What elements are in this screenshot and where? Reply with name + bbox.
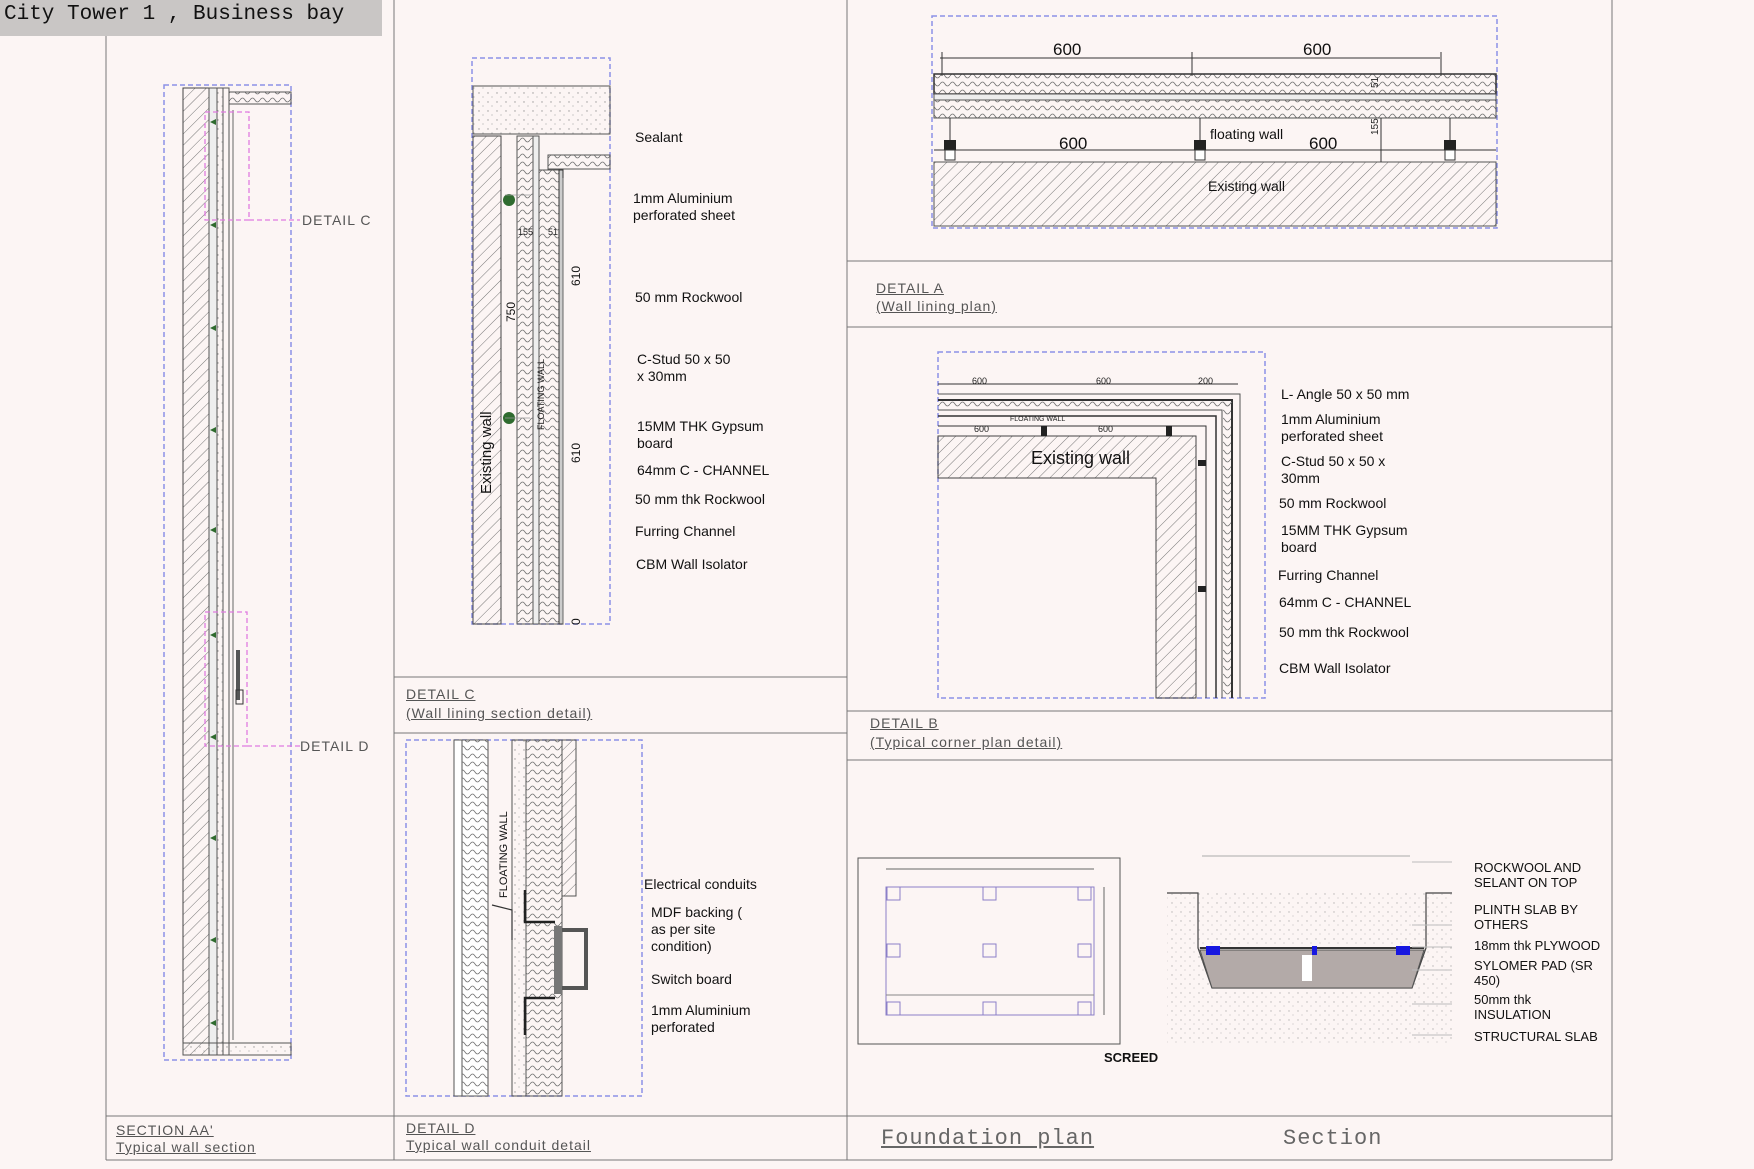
section-aa-drawing <box>163 84 300 1061</box>
detail-a-dim-bottom: 600 <box>1059 134 1088 153</box>
detail-a-small-dim: 155 <box>1370 118 1381 135</box>
detail-a-subtitle: (Wall lining plan) <box>876 298 997 314</box>
detail-d-label: Switch board <box>651 971 732 987</box>
detail-b-label: C-Stud 50 x 50 x 30mm <box>1281 453 1386 486</box>
detail-c-dim: 610 <box>569 265 583 286</box>
detail-d-label: 1mm Aluminium perforated <box>651 1002 751 1035</box>
detail-b-subtitle: (Typical corner plan detail) <box>870 734 1063 750</box>
detail-b-top-dim: 600 <box>1096 376 1112 386</box>
section-aa-subtitle: Typical wall section <box>116 1139 256 1155</box>
detail-b-label: 64mm C - CHANNEL <box>1279 594 1412 610</box>
detail-c-dim: 750 <box>504 301 518 322</box>
detail-a-dim-top: 600 <box>1053 40 1082 59</box>
detail-c-label: Furring Channel <box>635 523 736 539</box>
detail-b-label: 50 mm Rockwool <box>1279 495 1387 511</box>
detail-c-label: Sealant <box>635 129 683 145</box>
detail-b-inner-dim: 600 <box>1098 424 1114 434</box>
detail-d-drawing <box>405 739 643 1097</box>
detail-a-small-dim: 51 <box>1370 76 1381 88</box>
detail-c-drawing <box>471 57 611 625</box>
detail-c-existing-wall: Existing wall <box>478 411 495 494</box>
detail-c-label: CBM Wall Isolator <box>636 556 748 572</box>
detail-c-subtitle: (Wall lining section detail) <box>406 705 593 721</box>
detail-b-drawing <box>937 351 1266 699</box>
foundation-label: PLINTH SLAB BY OTHERS <box>1474 902 1578 932</box>
detail-c-dim: 0 <box>569 618 583 625</box>
detail-a-dim-bottom: 600 <box>1309 134 1338 153</box>
detail-c-dim: 155 <box>518 227 534 237</box>
foundation-label: 50mm thk INSULATION <box>1474 992 1552 1022</box>
detail-c-dim: 51 <box>548 227 559 237</box>
detail-a-existing-wall: Existing wall <box>1208 178 1286 194</box>
foundation-label: 18mm thk PLYWOOD <box>1474 938 1601 953</box>
detail-a-title: DETAIL A <box>876 280 944 296</box>
detail-b-top-dim: 200 <box>1198 376 1214 386</box>
detail-c-label: C-Stud 50 x 50 x 30mm <box>637 351 731 384</box>
section-title: Section <box>1283 1126 1383 1151</box>
foundation-section-drawing <box>1167 855 1452 1043</box>
project-title: City Tower 1 , Business bay <box>0 0 382 36</box>
detail-a-dim-top: 600 <box>1303 40 1332 59</box>
detail-c-label: 50 mm Rockwool <box>635 289 743 305</box>
detail-b-inner-dim: 600 <box>974 424 990 434</box>
foundation-label: STRUCTURAL SLAB <box>1474 1029 1598 1044</box>
detail-b-label: 15MM THK Gypsum board <box>1281 522 1408 555</box>
detail-c-floating-wall: FLOATING WALL <box>536 358 546 430</box>
detail-b-label: 50 mm thk Rockwool <box>1279 624 1409 640</box>
detail-a-floating-wall: floating wall <box>1210 126 1284 142</box>
detail-c-label: 1mm Aluminium perforated sheet <box>633 190 735 223</box>
detail-b-label: L- Angle 50 x 50 mm <box>1281 386 1410 402</box>
detail-b-label: 1mm Aluminium perforated sheet <box>1281 411 1383 444</box>
detail-c-title: DETAIL C <box>406 686 476 702</box>
detail-c-label: 15MM THK Gypsum board <box>637 418 764 451</box>
detail-c-dim: 610 <box>569 442 583 463</box>
foundation-plan-title: Foundation plan <box>881 1126 1095 1151</box>
detail-a-drawing <box>931 15 1498 229</box>
callout-detail-d: DETAIL D <box>300 738 370 754</box>
foundation-label: ROCKWOOL AND SELANT ON TOP <box>1474 860 1582 890</box>
detail-b-label: Furring Channel <box>1278 567 1379 583</box>
detail-b-title: DETAIL B <box>870 715 939 731</box>
foundation-label: SYLOMER PAD (SR 450) <box>1474 958 1593 988</box>
detail-b-floating-wall: FLOATING WALL <box>1010 416 1066 423</box>
detail-d-label: Electrical conduits <box>644 876 757 892</box>
foundation-plan-drawing <box>857 857 1121 1045</box>
detail-c-label: 64mm C - CHANNEL <box>637 462 770 478</box>
screed-label: SCREED <box>1104 1050 1159 1065</box>
detail-d-subtitle: Typical wall conduit detail <box>406 1137 591 1153</box>
callout-detail-c: DETAIL C <box>302 212 372 228</box>
detail-b-existing-wall: Existing wall <box>1031 448 1131 468</box>
detail-b-top-dim: 600 <box>972 376 988 386</box>
detail-d-label: MDF backing ( as per site condition) <box>651 904 743 954</box>
detail-c-label: 50 mm thk Rockwool <box>635 491 765 507</box>
detail-b-label: CBM Wall Isolator <box>1279 660 1391 676</box>
detail-d-floating-wall: FLOATING WALL <box>498 811 510 898</box>
